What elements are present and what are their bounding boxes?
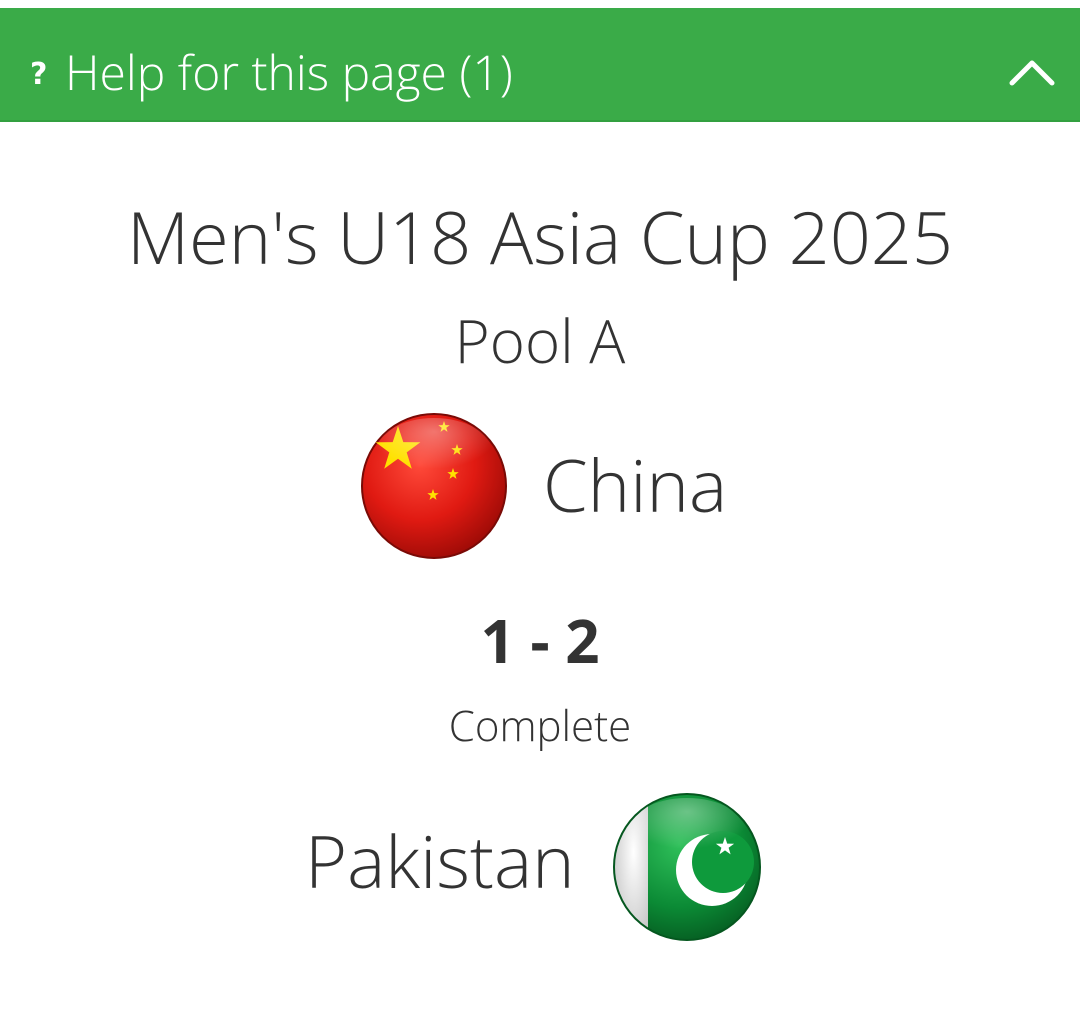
home-team[interactable]: China — [358, 410, 778, 562]
match-score: 1 - 2 — [480, 599, 600, 681]
help-toggle-bar[interactable]: ? Help for this page (1) — [0, 8, 1080, 122]
pakistan-flag-icon — [612, 792, 762, 942]
match-status: Complete — [448, 697, 632, 754]
tournament-title: Men's U18 Asia Cup 2025 — [127, 188, 953, 286]
help-label: Help for this page (1) — [65, 40, 513, 105]
chevron-up-icon[interactable] — [1004, 46, 1060, 102]
away-team-name: Pakistan — [305, 812, 575, 910]
away-team[interactable]: Pakistan — [300, 790, 770, 942]
china-flag-icon — [360, 412, 508, 560]
question-icon: ? — [30, 57, 48, 92]
home-team-name: China — [543, 436, 728, 534]
pool-label: Pool A — [454, 299, 626, 381]
